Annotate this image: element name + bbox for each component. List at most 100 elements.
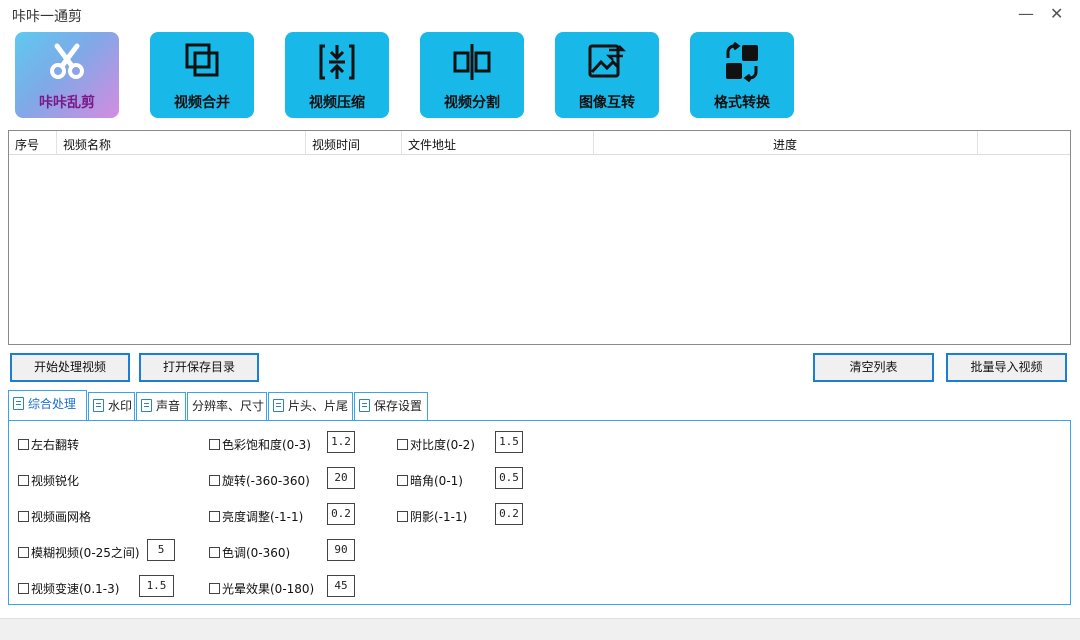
option-label: 视频锐化	[31, 474, 80, 488]
sharpen-checkbox[interactable]	[18, 475, 29, 486]
blur-value-input[interactable]: 5	[147, 539, 175, 561]
option-label: 光晕效果(0-180)	[222, 582, 315, 596]
clear-list-button[interactable]: 清空列表	[813, 353, 934, 382]
tab-watermark[interactable]: 水印	[88, 392, 135, 421]
tool-label: 图像互转	[579, 95, 635, 111]
tab-label: 声音	[156, 399, 181, 413]
shadow-option[interactable]: 阴影(-1-1)	[397, 508, 467, 525]
brightness-value-input[interactable]: 0.2	[327, 503, 355, 525]
rotate-checkbox[interactable]	[209, 475, 220, 486]
tab-audio[interactable]: 声音	[136, 392, 186, 421]
speed-option[interactable]: 视频变速(0.1-3)	[18, 580, 119, 597]
col-file-path-header[interactable]: 文件地址	[408, 136, 456, 153]
tab-resolution[interactable]: 分辨率、尺寸	[187, 392, 267, 421]
grid-option[interactable]: 视频画网格	[18, 508, 91, 525]
rotate-value-input[interactable]: 20	[327, 467, 355, 489]
col-progress-header[interactable]: 进度	[773, 136, 797, 153]
option-label: 视频变速(0.1-3)	[31, 582, 120, 596]
tab-label: 片头、片尾	[288, 399, 349, 413]
flip-lr-option[interactable]: 左右翻转	[18, 436, 79, 453]
open-save-dir-button[interactable]: 打开保存目录	[139, 353, 259, 382]
contrast-value-input[interactable]: 1.5	[495, 431, 523, 453]
col-video-name-header[interactable]: 视频名称	[63, 136, 111, 153]
shadow-value-input[interactable]: 0.2	[495, 503, 523, 525]
tool-video-compress[interactable]: 视频压缩	[285, 32, 389, 118]
contrast-checkbox[interactable]	[397, 439, 408, 450]
tab-label: 分辨率、尺寸	[192, 399, 265, 413]
hue-value-input[interactable]: 90	[327, 539, 355, 561]
tool-video-merge[interactable]: 视频合并	[150, 32, 254, 118]
column-divider[interactable]	[977, 131, 978, 155]
vignette-checkbox[interactable]	[397, 475, 408, 486]
hue-checkbox[interactable]	[209, 547, 220, 558]
table-header: 序号 视频名称 视频时间 文件地址 进度	[9, 131, 1070, 155]
tab-intro-outro[interactable]: 片头、片尾	[268, 392, 353, 421]
tab-label: 水印	[108, 399, 133, 413]
option-label: 色调(0-360)	[222, 546, 291, 560]
option-label: 色彩饱和度(0-3)	[222, 438, 311, 452]
tab-save-settings[interactable]: 保存设置	[354, 392, 428, 421]
option-label: 暗角(0-1)	[410, 474, 463, 488]
document-icon	[13, 397, 24, 410]
tool-label: 格式转换	[714, 95, 770, 111]
tool-label: 视频合并	[174, 95, 230, 111]
sharpen-option[interactable]: 视频锐化	[18, 472, 79, 489]
column-divider[interactable]	[401, 131, 402, 155]
vignette-value-input[interactable]: 0.5	[495, 467, 523, 489]
option-label: 左右翻转	[31, 438, 80, 452]
rotate-option[interactable]: 旋转(-360-360)	[209, 472, 310, 489]
halo-option[interactable]: 光晕效果(0-180)	[209, 580, 314, 597]
saturation-value-input[interactable]: 1.2	[327, 431, 355, 453]
tab-label: 综合处理	[28, 397, 77, 411]
hue-option[interactable]: 色调(0-360)	[209, 544, 290, 561]
col-video-time-header[interactable]: 视频时间	[312, 136, 360, 153]
format-convert-icon	[726, 42, 758, 82]
tab-general[interactable]: 综合处理	[8, 390, 87, 421]
halo-checkbox[interactable]	[209, 583, 220, 594]
tool-label: 咔咔乱剪	[39, 95, 95, 111]
video-list-table[interactable]: 序号 视频名称 视频时间 文件地址 进度	[8, 130, 1071, 345]
merge-icon	[185, 43, 219, 77]
tool-kaka-random-cut[interactable]: 咔咔乱剪	[15, 32, 119, 118]
blur-checkbox[interactable]	[18, 547, 29, 558]
document-icon	[273, 399, 284, 412]
saturation-checkbox[interactable]	[209, 439, 220, 450]
scissors-icon	[50, 43, 84, 79]
tool-video-split[interactable]: 视频分割	[420, 32, 524, 118]
document-icon	[359, 399, 370, 412]
column-divider[interactable]	[56, 131, 57, 155]
column-divider[interactable]	[305, 131, 306, 155]
compress-icon	[319, 44, 355, 80]
tool-image-convert[interactable]: 图像互转	[555, 32, 659, 118]
col-index-header[interactable]: 序号	[15, 136, 39, 153]
option-label: 旋转(-360-360)	[222, 474, 310, 488]
brightness-checkbox[interactable]	[209, 511, 220, 522]
status-bar	[0, 618, 1080, 640]
speed-value-input[interactable]: 1.5	[139, 575, 174, 597]
batch-import-button[interactable]: 批量导入视频	[946, 353, 1067, 382]
document-icon	[141, 399, 152, 412]
tool-label: 视频压缩	[309, 95, 365, 111]
column-divider[interactable]	[593, 131, 594, 155]
title-bar: 咔咔一通剪 — ✕	[0, 0, 1080, 30]
contrast-option[interactable]: 对比度(0-2)	[397, 436, 475, 453]
blur-option[interactable]: 模糊视频(0-25之间)	[18, 544, 140, 561]
tool-format-convert[interactable]: 格式转换	[690, 32, 794, 118]
close-button[interactable]: ✕	[1050, 4, 1063, 23]
shadow-checkbox[interactable]	[397, 511, 408, 522]
halo-value-input[interactable]: 45	[327, 575, 355, 597]
tool-label: 视频分割	[444, 95, 500, 111]
speed-checkbox[interactable]	[18, 583, 29, 594]
option-label: 视频画网格	[31, 510, 92, 524]
document-icon	[93, 399, 104, 412]
option-label: 模糊视频(0-25之间)	[31, 546, 140, 560]
minimize-button[interactable]: —	[1018, 4, 1034, 23]
saturation-option[interactable]: 色彩饱和度(0-3)	[209, 436, 311, 453]
start-processing-button[interactable]: 开始处理视频	[10, 353, 130, 382]
vignette-option[interactable]: 暗角(0-1)	[397, 472, 463, 489]
grid-checkbox[interactable]	[18, 511, 29, 522]
brightness-option[interactable]: 亮度调整(-1-1)	[209, 508, 303, 525]
option-label: 阴影(-1-1)	[410, 510, 468, 524]
option-label: 对比度(0-2)	[410, 438, 475, 452]
flip-lr-checkbox[interactable]	[18, 439, 29, 450]
